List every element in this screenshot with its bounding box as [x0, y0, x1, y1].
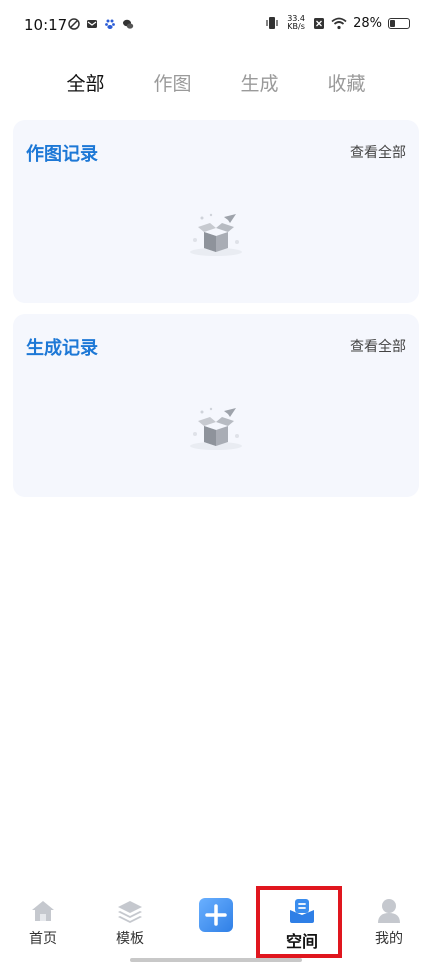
wechat-icon	[123, 19, 134, 29]
nav-home-label: 首页	[29, 931, 57, 947]
mail-icon	[87, 20, 97, 28]
highlight-box	[256, 886, 342, 958]
net-speed-unit: KB/s	[287, 22, 305, 31]
card-title-drawing: 作图记录	[26, 144, 98, 165]
home-icon	[32, 901, 54, 921]
vibrate-icon	[266, 17, 278, 29]
tab-favorites[interactable]: 收藏	[303, 68, 390, 100]
status-bar: 10:17 33.4 KB/s 28%	[0, 0, 432, 52]
card-title-generate: 生成记录	[26, 338, 98, 359]
status-time: 10:17	[24, 16, 68, 34]
layers-icon	[118, 901, 142, 923]
view-all-drawing-link[interactable]: 查看全部	[350, 142, 406, 162]
nav-create-button[interactable]	[186, 898, 246, 932]
nav-templates[interactable]: 模板	[100, 898, 160, 948]
home-indicator	[130, 958, 302, 962]
tab-generate[interactable]: 生成	[216, 68, 303, 100]
net-speed: 33.4 KB/s	[285, 15, 307, 31]
bottom-nav: 首页 模板 空间 我的	[0, 884, 432, 964]
user-icon	[378, 899, 400, 923]
category-tabs: 全部 作图 生成 收藏	[0, 68, 432, 100]
wifi-icon	[331, 17, 347, 29]
empty-box-icon	[190, 407, 242, 450]
nav-profile-label: 我的	[375, 931, 403, 947]
notification-icons	[68, 18, 134, 30]
leaf-icon	[68, 18, 80, 30]
plus-icon	[199, 898, 233, 932]
nav-profile[interactable]: 我的	[359, 898, 419, 948]
sim-off-icon	[314, 17, 325, 29]
view-all-generate-link[interactable]: 查看全部	[350, 336, 406, 356]
battery-icon	[388, 17, 410, 29]
nav-templates-label: 模板	[116, 931, 144, 947]
tab-all[interactable]: 全部	[42, 68, 129, 100]
nav-home[interactable]: 首页	[13, 898, 73, 948]
drawing-records-card: 作图记录 查看全部	[13, 120, 419, 303]
tab-drawing[interactable]: 作图	[129, 68, 216, 100]
empty-box-icon	[190, 213, 242, 256]
baidu-icon	[105, 19, 115, 29]
generate-records-card: 生成记录 查看全部	[13, 314, 419, 497]
battery-percent: 28%	[353, 15, 382, 31]
status-right: 33.4 KB/s 28%	[265, 15, 410, 31]
